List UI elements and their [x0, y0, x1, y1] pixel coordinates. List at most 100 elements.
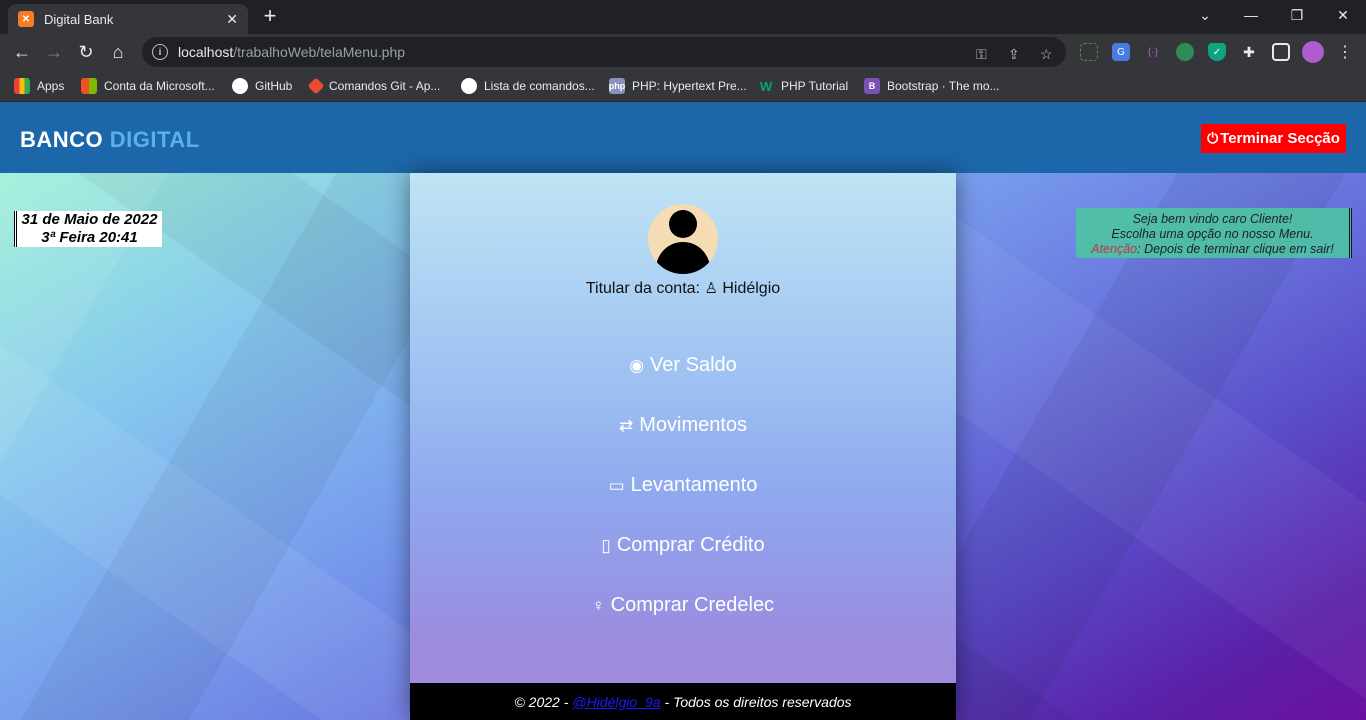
bookmark-label: Comandos Git - Ap...: [329, 79, 441, 93]
date-time-box: 31 de Maio de 2022 3ª Feira 20:41: [14, 211, 162, 247]
footer-copyright: © 2022 -: [514, 693, 569, 710]
site-info-icon[interactable]: i: [152, 44, 168, 60]
warning-label: Atenção: [1091, 242, 1138, 256]
eye-icon: ◉: [629, 356, 645, 375]
git-icon: [307, 77, 325, 95]
menu-label: Movimentos: [639, 414, 748, 436]
holder-name: Hidélgio: [722, 280, 781, 297]
avatar-head: [669, 210, 697, 238]
w3schools-icon: W: [759, 78, 773, 94]
brand-accent: DIGITAL: [109, 127, 200, 152]
bookmark-git[interactable]: Comandos Git - Ap...: [307, 76, 441, 96]
code-extension-icon[interactable]: (·): [1144, 43, 1162, 61]
forward-arrow-icon[interactable]: →: [40, 38, 68, 66]
screenshot-extension-icon[interactable]: [1080, 43, 1098, 61]
menu-levantamento[interactable]: ▭ Levantamento: [410, 474, 956, 497]
minimize-button[interactable]: —: [1228, 0, 1274, 30]
translate-extension-icon[interactable]: G: [1112, 43, 1130, 61]
url-host: localhost: [178, 44, 234, 60]
extensions-puzzle-icon[interactable]: ✚: [1240, 43, 1258, 61]
date-text: 31 de Maio de 2022: [21, 211, 158, 228]
transfer-arrows-icon: ⇄: [618, 416, 634, 435]
avatar-body: [656, 242, 710, 274]
reload-icon[interactable]: ↻: [72, 38, 100, 66]
url-path: /trabalhoWeb/telaMenu.php: [233, 44, 406, 60]
bookmark-label: Conta da Microsoft...: [104, 79, 215, 93]
lightbulb-icon: ♀: [591, 596, 605, 615]
bookmark-label: PHP Tutorial: [781, 79, 849, 93]
color-extension-icon[interactable]: [1176, 43, 1194, 61]
side-panel-icon[interactable]: [1272, 43, 1290, 61]
php-icon: php: [609, 78, 625, 94]
site-footer: © 2022 - @Hidélgio_9a - Todos os direito…: [410, 683, 956, 720]
user-avatar: [648, 204, 718, 274]
bookmark-php[interactable]: php PHP: Hypertext Pre...: [609, 76, 747, 96]
bookmark-label: PHP: Hypertext Pre...: [632, 79, 747, 93]
warning-text: : Depois de terminar clique em sair!: [1137, 242, 1334, 256]
brand-logo: BANCO DIGITAL: [20, 127, 200, 153]
menu-card: Titular da conta: ♙ Hidélgio ◉ Ver Saldo …: [410, 173, 956, 720]
account-holder: Titular da conta: ♙ Hidélgio: [410, 279, 956, 298]
tab-strip: ✕ Digital Bank ✕ + ⌄ — ❐ ✕: [0, 0, 1366, 34]
browser-tab[interactable]: ✕ Digital Bank ✕: [8, 4, 248, 34]
menu-ver-saldo[interactable]: ◉ Ver Saldo: [410, 354, 956, 377]
phone-icon: ▯: [601, 536, 611, 555]
bookmark-label: Apps: [37, 79, 65, 93]
weekday-time-text: 3ª Feira 20:41: [41, 229, 138, 246]
holder-label: Titular da conta:: [585, 280, 700, 297]
bookmark-label: Lista de comandos...: [484, 79, 595, 93]
github-icon: [232, 78, 248, 94]
menu-comprar-credelec[interactable]: ♀ Comprar Credelec: [410, 594, 956, 617]
home-icon[interactable]: ⌂: [104, 38, 132, 66]
menu-comprar-credito[interactable]: ▯ Comprar Crédito: [410, 534, 956, 557]
bookmarks-bar: Apps Conta da Microsoft... GitHub Comand…: [0, 70, 1366, 102]
bookmark-github[interactable]: GitHub: [232, 76, 292, 96]
menu-label: Levantamento: [630, 474, 758, 496]
brand-main: BANCO: [20, 127, 110, 152]
more-menu-icon[interactable]: ⋮: [1336, 43, 1354, 61]
shield-extension-icon[interactable]: ✓: [1208, 43, 1226, 61]
welcome-line: Seja bem vindo caro Cliente!: [1132, 212, 1293, 226]
menu-label: Comprar Credelec: [610, 594, 775, 616]
page: BANCO DIGITAL ⏻ Terminar Secção 31 de Ma…: [0, 102, 1366, 720]
bookmark-apps[interactable]: Apps: [14, 76, 64, 96]
logout-label: Terminar Secção: [1220, 130, 1340, 147]
menu-hint-line: Escolha uma opção no nosso Menu.: [1111, 227, 1314, 241]
menu-movimentos[interactable]: ⇄ Movimentos: [410, 414, 956, 437]
user-icon: ♙: [704, 280, 718, 297]
warning-line: Atenção: Depois de terminar clique em sa…: [1076, 242, 1349, 257]
tab-close-icon[interactable]: ✕: [226, 11, 238, 28]
power-icon: ⏻: [1207, 130, 1219, 146]
new-tab-button[interactable]: +: [258, 5, 282, 29]
bookmark-label: GitHub: [255, 79, 293, 93]
bookmark-php-tutorial[interactable]: W PHP Tutorial: [758, 76, 848, 96]
close-window-button[interactable]: ✕: [1320, 0, 1366, 30]
share-icon[interactable]: ⇪: [1008, 46, 1020, 63]
globe-icon: [461, 78, 477, 94]
address-bar[interactable]: i localhost/trabalhoWeb/telaMenu.php ⚿ ⇪…: [142, 37, 1066, 67]
bookmark-label: Bootstrap · The mo...: [887, 79, 1000, 93]
bookmark-star-icon[interactable]: ☆: [1040, 46, 1053, 63]
bookmark-commands[interactable]: Lista de comandos...: [461, 76, 595, 96]
bootstrap-icon: B: [864, 78, 880, 94]
footer-rights: - Todos os direitos reservados: [664, 693, 852, 710]
bookmark-bootstrap[interactable]: B Bootstrap · The mo...: [864, 76, 1000, 96]
browser-toolbar: ← → ↻ ⌂ i localhost/trabalhoWeb/telaMenu…: [0, 34, 1366, 70]
restore-button[interactable]: ❐: [1274, 0, 1320, 30]
site-header: BANCO DIGITAL ⏻ Terminar Secção: [0, 102, 1366, 173]
profile-avatar[interactable]: [1302, 41, 1324, 63]
tab-search-chevron-icon[interactable]: ⌄: [1182, 0, 1228, 30]
xampp-favicon-icon: ✕: [18, 11, 34, 27]
credit-card-icon: ▭: [608, 476, 625, 495]
tab-title: Digital Bank: [44, 11, 114, 27]
key-icon[interactable]: ⚿: [976, 46, 987, 63]
logout-button[interactable]: ⏻ Terminar Secção: [1201, 124, 1346, 153]
author-link[interactable]: @Hidélgio_9a: [572, 694, 660, 710]
back-arrow-icon[interactable]: ←: [8, 38, 36, 66]
bookmark-microsoft[interactable]: Conta da Microsoft...: [81, 76, 215, 96]
microsoft-icon: [81, 78, 97, 94]
menu-label: Comprar Crédito: [616, 534, 765, 556]
apps-grid-icon: [14, 78, 30, 94]
menu-label: Ver Saldo: [650, 354, 737, 376]
welcome-message: Seja bem vindo caro Cliente! Escolha uma…: [1076, 208, 1352, 258]
